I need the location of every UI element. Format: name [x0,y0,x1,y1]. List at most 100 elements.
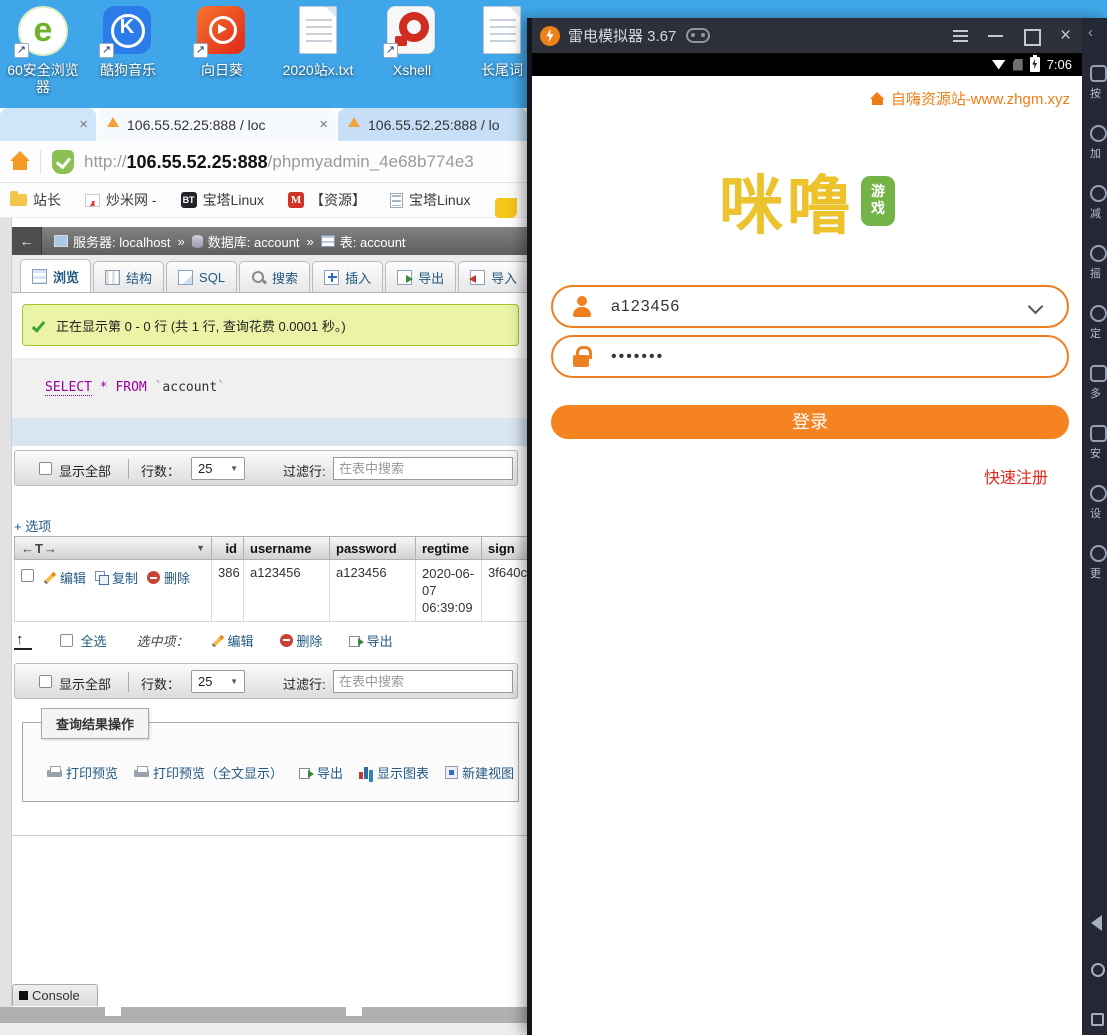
back-button[interactable]: ← [12,227,42,255]
create-view-link[interactable]: 新建视图 [445,763,514,782]
collapse-chevron-icon[interactable]: ‹ [1088,24,1093,41]
desktop-icon-xshell[interactable]: ↗ Xshell [365,6,459,79]
desktop-icon-txt-2020[interactable]: 2020站x.txt [271,6,365,79]
browser-tab-active[interactable]: PMA 106.55.52.25:888 / loc × [97,108,336,141]
sidebar-item-location[interactable]: 定 [1090,305,1107,341]
username-field[interactable] [551,285,1069,328]
home-icon[interactable] [10,151,30,171]
android-back-icon[interactable] [1091,915,1102,931]
pma-tab-insert[interactable]: 插入 [312,261,383,292]
login-button[interactable]: 登录 [551,405,1069,439]
site-link[interactable]: 自嗨资源站-www.zhgm.xyz [870,88,1070,109]
pma-tab-sql[interactable]: SQL [166,261,237,292]
check-all-arrow-icon: ↑ [14,631,32,650]
selected-delete-link[interactable]: 删除 [280,631,323,650]
options-link[interactable]: + 选项 [14,516,51,535]
desktop-icon-sunflower[interactable]: ↗ 向日葵 [175,6,269,79]
sidebar-item-shake[interactable]: 摇 [1090,245,1107,281]
browser-tab-partial[interactable]: × [0,108,96,141]
chevron-down-icon[interactable] [1028,299,1044,315]
keymap-icon [1090,65,1107,82]
edit-link[interactable]: 编辑 [43,568,86,587]
breadcrumb-server[interactable]: 服务器: localhost [54,232,171,251]
emulator-sidebar: ‹ 按 加 减 摇 定 多 安 设 更 [1082,18,1107,1035]
close-icon[interactable]: × [1057,27,1074,44]
quick-register-link[interactable]: 快速注册 [984,464,1048,488]
display-chart-link[interactable]: 显示图表 [359,763,429,782]
header-username[interactable]: username [244,536,330,560]
selected-edit-link[interactable]: 编辑 [211,631,254,650]
browser-tab-2[interactable]: PMA 106.55.52.25:888 / lo [338,108,527,141]
pma-tab-search[interactable]: 搜索 [239,261,310,292]
export-link[interactable]: 导出 [299,763,343,782]
sidebar-item-volume-up[interactable]: 加 [1090,125,1107,161]
emulator-titlebar[interactable]: 雷电模拟器 3.67 × [532,18,1082,53]
bt-icon: BT [181,192,197,208]
header-sign[interactable]: sign [482,536,527,560]
menu-icon[interactable] [952,27,969,44]
rows-select[interactable]: 25▼ [191,457,245,480]
header-password[interactable]: password [330,536,416,560]
bookmark-ziyuan[interactable]: M【资源】 [288,190,366,210]
header-regtime[interactable]: regtime [416,536,482,560]
bookmark-baota[interactable]: 宝塔Linux [390,190,470,210]
sidebar-item-multi[interactable]: 多 [1090,365,1107,401]
row-checkbox[interactable] [21,569,34,582]
selected-export-link[interactable]: 导出 [349,631,393,650]
sidebar-item-settings[interactable]: 设 [1090,485,1107,521]
maximize-icon[interactable] [1022,27,1039,44]
pma-tab-import[interactable]: 导入 [458,261,527,292]
cell-sign: 3f640c [482,560,527,622]
export-icon [397,270,412,285]
show-all-checkbox[interactable] [39,462,52,475]
breadcrumb-table[interactable]: 表: account [321,232,406,251]
breadcrumb-sep: » [178,234,185,249]
desktop-icon-label: 酷狗音乐 [81,62,175,79]
tab-close-icon[interactable]: × [79,116,88,133]
filter-rows-input[interactable] [333,670,513,693]
print-preview-link[interactable]: 打印预览 [47,763,118,782]
password-input[interactable] [609,339,1009,374]
sort-arrows[interactable]: ←T→ [21,541,58,556]
copy-link[interactable]: 复制 [95,568,138,587]
print-preview-full-link[interactable]: 打印预览（全文显示） [134,763,283,782]
console-tab[interactable]: Console [12,984,98,1006]
pma-tab-browse[interactable]: 浏览 [20,259,91,292]
console-square-icon [19,991,28,1000]
sidebar-item-install[interactable]: 安 [1090,425,1107,461]
url-host: 106.55.52.25:888 [127,152,268,173]
rows-select[interactable]: 25▼ [191,670,245,693]
minimize-icon[interactable] [987,27,1004,44]
username-input[interactable] [609,289,1009,324]
bookmark-zhanzhang[interactable]: 站长 [10,190,61,210]
breadcrumb-database[interactable]: 数据库: account [192,232,300,251]
desktop-icon-360-browser[interactable]: e ↗ 60安全浏览器 [0,6,90,96]
password-field[interactable] [551,335,1069,378]
security-shield-icon[interactable] [52,150,74,174]
tab-close-icon[interactable]: × [319,116,328,133]
sidebar-item-keymap[interactable]: 按 [1090,65,1107,101]
folder-icon [10,194,27,206]
header-id[interactable]: id [212,536,244,560]
delete-link[interactable]: 删除 [147,568,190,587]
m-icon: M [288,192,304,208]
desktop-icon-kugou[interactable]: K ↗ 酷狗音乐 [81,6,175,79]
android-home-icon[interactable] [1091,963,1105,977]
check-all-checkbox[interactable] [60,634,73,647]
url-field[interactable]: http://106.55.52.25:888/phpmyadmin_4e68b… [84,141,524,183]
import-icon [470,270,485,285]
bookmark-overflow-icon[interactable] [495,198,517,218]
android-recent-icon[interactable] [1091,1013,1104,1026]
bookmark-bt-linux[interactable]: BT宝塔Linux [181,190,264,210]
sidebar-item-more[interactable]: 更 [1090,545,1107,581]
pma-tab-export[interactable]: 导出 [385,261,456,292]
pma-tab-structure[interactable]: 结构 [93,261,164,292]
wifi-icon [992,60,1006,70]
check-all-link[interactable]: 全选 [81,631,107,650]
bookmark-chaomi[interactable]: 炒米网 - [85,190,157,210]
column-options-caret[interactable]: ▼ [196,543,205,553]
database-icon [192,235,203,248]
filter-rows-input[interactable] [333,457,513,480]
show-all-checkbox[interactable] [39,675,52,688]
sidebar-item-volume-down[interactable]: 减 [1090,185,1107,221]
